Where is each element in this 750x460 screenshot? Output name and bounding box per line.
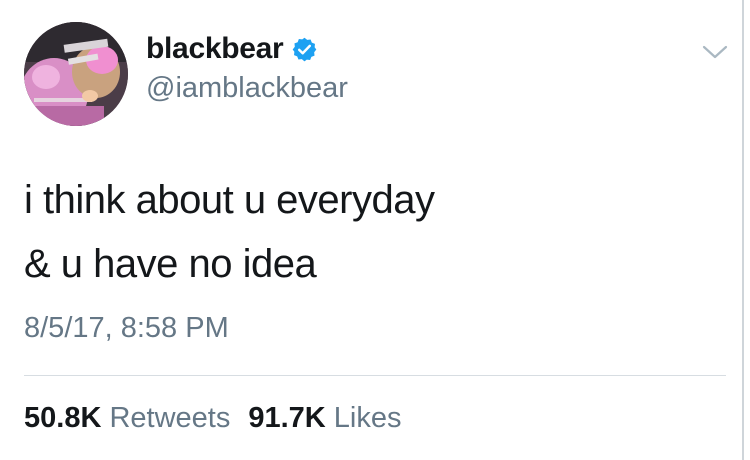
display-name[interactable]: blackbear — [146, 32, 284, 66]
tweet-text: i think about u everyday & u have no ide… — [24, 168, 435, 296]
retweets-stat[interactable]: 50.8K Retweets — [24, 402, 230, 435]
likes-label: Likes — [333, 402, 402, 434]
retweets-label: Retweets — [109, 402, 231, 434]
likes-stat[interactable]: 91.7K Likes — [248, 402, 401, 435]
likes-count: 91.7K — [248, 402, 326, 434]
avatar-image — [24, 22, 128, 126]
tweet-card: blackbear @iamblackbear i think about u … — [0, 0, 750, 460]
tweet-line: i think about u everyday — [24, 178, 435, 222]
scrollbar-edge — [742, 0, 744, 460]
tweet-line: & u have no idea — [24, 242, 317, 286]
tweet-stats: 50.8K Retweets 91.7K Likes — [24, 402, 402, 435]
avatar[interactable] — [24, 22, 128, 126]
retweets-count: 50.8K — [24, 402, 102, 434]
chevron-down-icon[interactable] — [700, 42, 730, 62]
tweet-timestamp[interactable]: 8/5/17, 8:58 PM — [24, 312, 229, 345]
verified-badge-icon — [291, 36, 318, 63]
user-handle[interactable]: @iamblackbear — [146, 72, 348, 105]
name-row: blackbear — [146, 32, 318, 66]
divider — [24, 375, 726, 376]
